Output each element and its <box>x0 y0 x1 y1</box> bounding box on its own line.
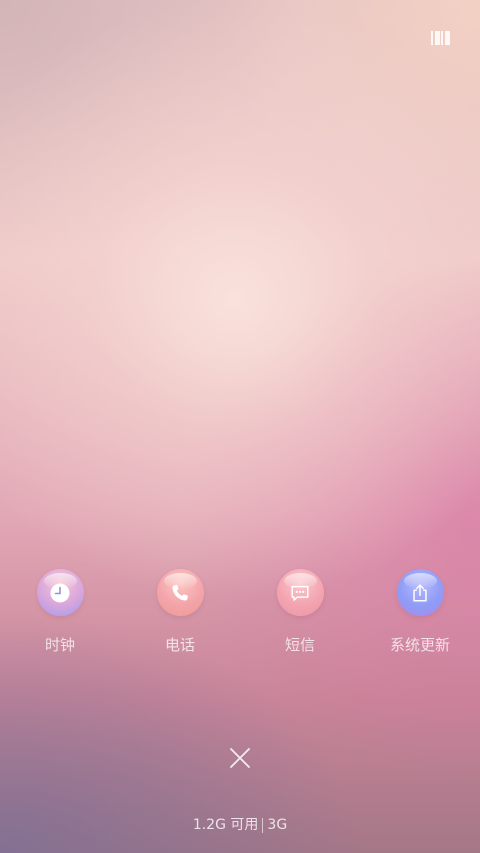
bar <box>444 31 450 45</box>
clock-icon[interactable] <box>36 569 84 616</box>
manage-barcode-icon[interactable] <box>431 31 450 45</box>
app-label-clock: 时钟 <box>44 636 75 654</box>
app-clock[interactable]: 时钟 <box>0 569 120 654</box>
app-label-messages: 短信 <box>284 636 315 654</box>
phone-icon[interactable] <box>156 569 204 616</box>
share-upload-icon[interactable] <box>396 569 444 616</box>
memory-total: 3G <box>267 817 288 833</box>
app-messages[interactable]: 短信 <box>240 569 360 654</box>
memory-available: 1.2G 可用 <box>192 817 259 833</box>
bar <box>434 31 440 45</box>
app-label-phone: 电话 <box>164 636 195 654</box>
app-label-system-update: 系统更新 <box>389 636 450 654</box>
message-icon[interactable] <box>276 569 324 616</box>
bar <box>431 31 433 45</box>
app-phone[interactable]: 电话 <box>120 569 240 654</box>
close-icon[interactable] <box>228 746 252 770</box>
memory-status: 1.2G 可用 3G <box>0 816 480 834</box>
bar <box>441 31 444 45</box>
app-system-update[interactable]: 系统更新 <box>360 569 480 654</box>
recent-apps-row: 时钟 电话 短信 系统更新 <box>0 569 480 669</box>
divider <box>262 817 264 833</box>
